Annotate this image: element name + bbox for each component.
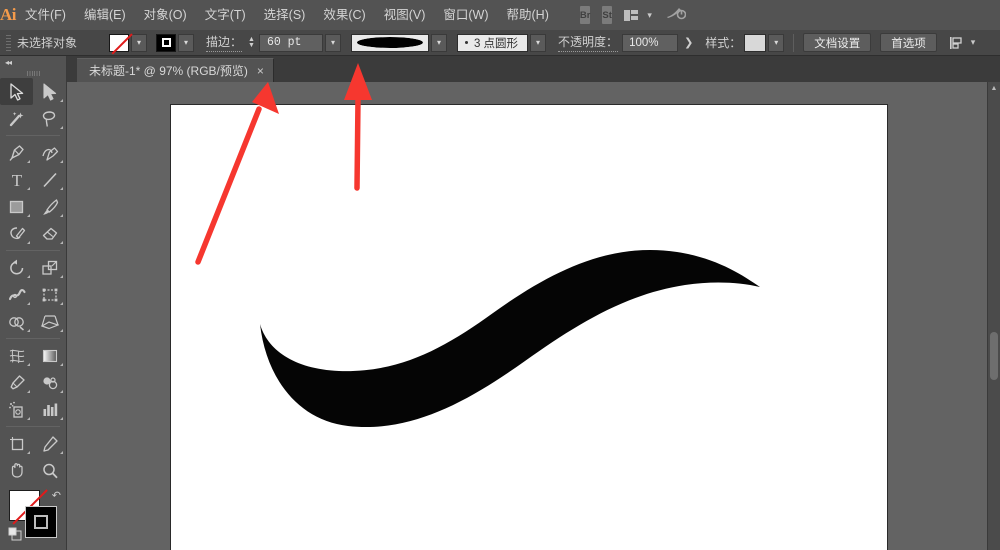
chevron-down-icon: ▾ — [647, 10, 652, 21]
tools-panel: ◂◂ — [0, 56, 67, 550]
artboard[interactable] — [170, 104, 888, 550]
align-dropdown[interactable]: ▾ — [949, 36, 976, 50]
tapered-brush-icon — [357, 37, 423, 48]
hand-tool[interactable] — [0, 457, 33, 484]
blend-tool[interactable] — [33, 369, 66, 396]
brush-definition-label: 3 点圆形 — [474, 35, 518, 51]
swap-fill-stroke-icon[interactable]: ↶ — [52, 489, 61, 502]
bridge-icon[interactable]: Br — [580, 6, 591, 24]
line-segment-tool[interactable] — [33, 166, 66, 193]
double-chevron-left-icon: ◂◂ — [5, 58, 11, 67]
opacity-input[interactable]: 100% — [622, 34, 678, 52]
tools-divider-2 — [6, 250, 60, 251]
menu-view[interactable]: 视图(V) — [375, 0, 435, 30]
tapered-s-curve-brush-stroke[interactable] — [260, 250, 760, 427]
pen-tool[interactable] — [0, 139, 33, 166]
rectangle-tool[interactable] — [0, 193, 33, 220]
brush-preview-swatch[interactable] — [351, 34, 429, 52]
menu-edit[interactable]: 编辑(E) — [75, 0, 135, 30]
document-tab-title: 未标题-1* @ 97% (RGB/预览) — [89, 62, 248, 79]
illustrator-window: Ai 文件(F) 编辑(E) 对象(O) 文字(T) 选择(S) 效果(C) 视… — [0, 0, 1000, 550]
brush-preview-dropdown-icon[interactable]: ▾ — [431, 34, 447, 52]
menu-object[interactable]: 对象(O) — [135, 0, 196, 30]
stroke-weight-input[interactable]: 60 pt — [259, 34, 323, 52]
free-transform-tool[interactable] — [33, 281, 66, 308]
menu-help[interactable]: 帮助(H) — [498, 0, 558, 30]
color-controls: ↶ — [0, 488, 66, 550]
graphic-style-dropdown-icon[interactable]: ▾ — [768, 34, 784, 52]
fill-color-swatch[interactable] — [109, 34, 129, 52]
scale-tool[interactable] — [33, 254, 66, 281]
rocket-icon[interactable] — [666, 5, 686, 26]
opacity-label: 不透明度： — [558, 33, 618, 52]
opacity-flyout-icon[interactable]: ❯ — [684, 36, 693, 49]
column-graph-tool[interactable] — [33, 396, 66, 423]
tools-panel-collapse[interactable]: ◂◂ — [0, 56, 66, 68]
menu-select[interactable]: 选择(S) — [255, 0, 315, 30]
menu-bar: Ai 文件(F) 编辑(E) 对象(O) 文字(T) 选择(S) 效果(C) 视… — [0, 0, 1000, 30]
artboard-tool[interactable] — [0, 430, 33, 457]
gradient-tool[interactable] — [33, 342, 66, 369]
paintbrush-tool[interactable] — [33, 193, 66, 220]
vertical-scrollbar[interactable]: ▲ — [987, 82, 1000, 550]
default-fill-stroke-icon[interactable] — [8, 527, 22, 546]
stroke-weight-label: 描边： — [206, 33, 242, 52]
symbol-sprayer-tool[interactable] — [0, 396, 33, 423]
shape-builder-tool[interactable] — [0, 308, 33, 335]
tools-panel-grip[interactable] — [0, 68, 66, 78]
scroll-up-icon[interactable]: ▲ — [988, 82, 1000, 95]
direct-selection-tool[interactable] — [33, 78, 66, 105]
slice-tool[interactable] — [33, 430, 66, 457]
menu-type[interactable]: 文字(T) — [196, 0, 255, 30]
type-tool[interactable]: T — [0, 166, 33, 193]
scrollbar-thumb[interactable] — [990, 332, 998, 380]
perspective-grid-tool[interactable] — [33, 308, 66, 335]
workspace-switcher[interactable]: ▾ — [624, 10, 652, 21]
selection-status-label: 未选择对象 — [17, 34, 109, 51]
zoom-tool[interactable] — [33, 457, 66, 484]
shaper-tool[interactable] — [0, 220, 33, 247]
lasso-tool[interactable] — [33, 105, 66, 132]
curvature-tool[interactable] — [33, 139, 66, 166]
brush-definition-dropdown-icon[interactable]: ▾ — [530, 34, 546, 52]
selection-tool[interactable] — [0, 78, 33, 105]
fill-swatch-dropdown-icon[interactable]: ▾ — [131, 34, 147, 52]
app-logo-icon: Ai — [0, 0, 16, 30]
control-bar-divider — [793, 34, 794, 52]
document-tab-bar: 未标题-1* @ 97% (RGB/预览) × — [0, 56, 1000, 82]
stroke-weight-stepper[interactable]: ▲▼ — [248, 37, 255, 49]
style-label: 样式： — [705, 34, 741, 51]
canvas-area[interactable] — [67, 82, 1000, 550]
brush-size-dot-icon — [465, 41, 468, 44]
menu-effect[interactable]: 效果(C) — [314, 0, 374, 30]
artwork-layer — [171, 105, 889, 550]
magic-wand-tool[interactable] — [0, 105, 33, 132]
brush-definition-field[interactable]: 3 点圆形 — [457, 34, 528, 52]
stroke-swatch-large[interactable] — [25, 506, 57, 538]
width-tool[interactable] — [0, 281, 33, 308]
svg-text:T: T — [11, 171, 22, 189]
stroke-color-swatch[interactable] — [156, 34, 176, 52]
align-chevron-down-icon: ▾ — [971, 37, 976, 48]
stroke-swatch-dropdown-icon[interactable]: ▾ — [178, 34, 194, 52]
document-tab[interactable]: 未标题-1* @ 97% (RGB/预览) × — [77, 58, 274, 82]
eyedropper-tool[interactable] — [0, 369, 33, 396]
control-bar-grip[interactable] — [6, 35, 11, 51]
graphic-style-swatch[interactable] — [744, 34, 766, 52]
tools-divider — [6, 135, 60, 136]
menu-window[interactable]: 窗口(W) — [434, 0, 497, 30]
rotate-tool[interactable] — [0, 254, 33, 281]
control-bar: 未选择对象 ▾ ▾ 描边： ▲▼ 60 pt ▾ ▾ 3 点圆形 ▾ 不透明度：… — [0, 30, 1000, 56]
preferences-button[interactable]: 首选项 — [880, 33, 937, 52]
document-setup-button[interactable]: 文档设置 — [803, 33, 871, 52]
mesh-tool[interactable] — [0, 342, 33, 369]
tools-divider-4 — [6, 426, 60, 427]
tools-divider-3 — [6, 338, 60, 339]
stroke-weight-dropdown-icon[interactable]: ▾ — [325, 34, 341, 52]
menu-file[interactable]: 文件(F) — [16, 0, 75, 30]
stock-icon[interactable]: St — [602, 6, 612, 24]
eraser-tool[interactable] — [33, 220, 66, 247]
close-icon[interactable]: × — [257, 65, 264, 77]
